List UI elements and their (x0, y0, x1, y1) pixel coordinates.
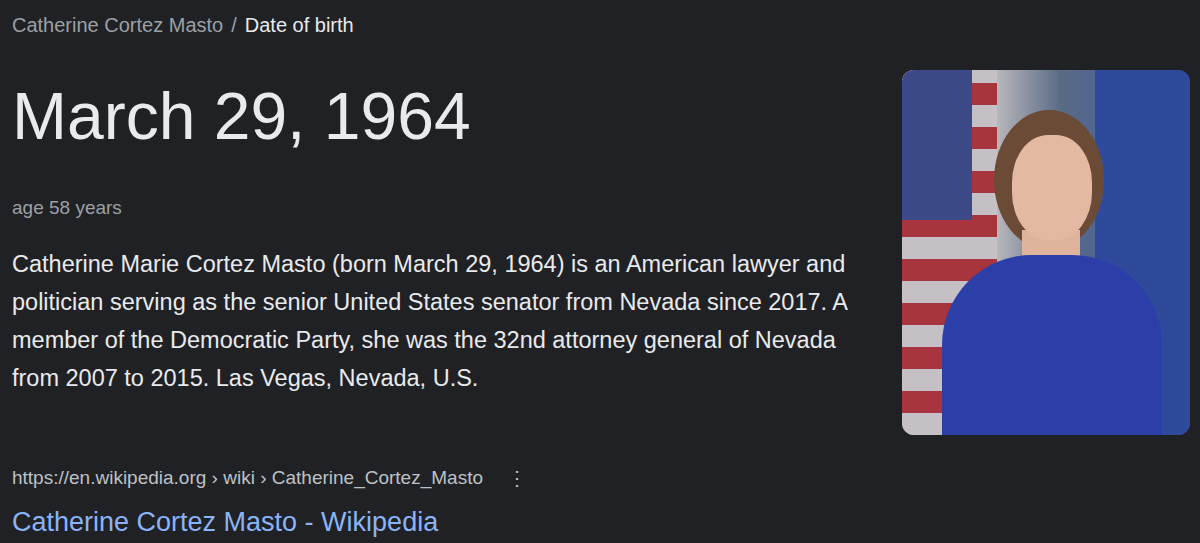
breadcrumb: Catherine Cortez Masto/Date of birth (12, 12, 902, 38)
jacket-shape (942, 255, 1162, 435)
answer-column: Catherine Cortez Masto/Date of birth Marc… (12, 0, 902, 435)
face-shape (1012, 135, 1092, 240)
answer-date: March 29, 1964 (12, 76, 902, 156)
entity-link[interactable]: Catherine Cortez Masto (12, 14, 223, 36)
portrait-photo[interactable] (902, 70, 1190, 435)
flag-canton (902, 70, 972, 220)
panel-top: Catherine Cortez Masto/Date of birth Marc… (12, 0, 1190, 435)
source-result: https://en.wikipedia.org › wiki › Cather… (12, 435, 1190, 539)
breadcrumb-separator: / (223, 14, 245, 36)
attribute-label: Date of birth (245, 14, 354, 36)
knowledge-panel: Catherine Cortez Masto/Date of birth Marc… (0, 0, 1200, 539)
more-options-icon[interactable]: ⋮ (501, 465, 533, 491)
source-url[interactable]: https://en.wikipedia.org › wiki › Cather… (12, 465, 483, 491)
description: Catherine Marie Cortez Masto (born March… (12, 245, 852, 397)
source-url-row: https://en.wikipedia.org › wiki › Cather… (12, 465, 1190, 491)
age-label: age 58 years (12, 195, 902, 221)
source-title-link[interactable]: Catherine Cortez Masto - Wikipedia (12, 505, 1190, 539)
